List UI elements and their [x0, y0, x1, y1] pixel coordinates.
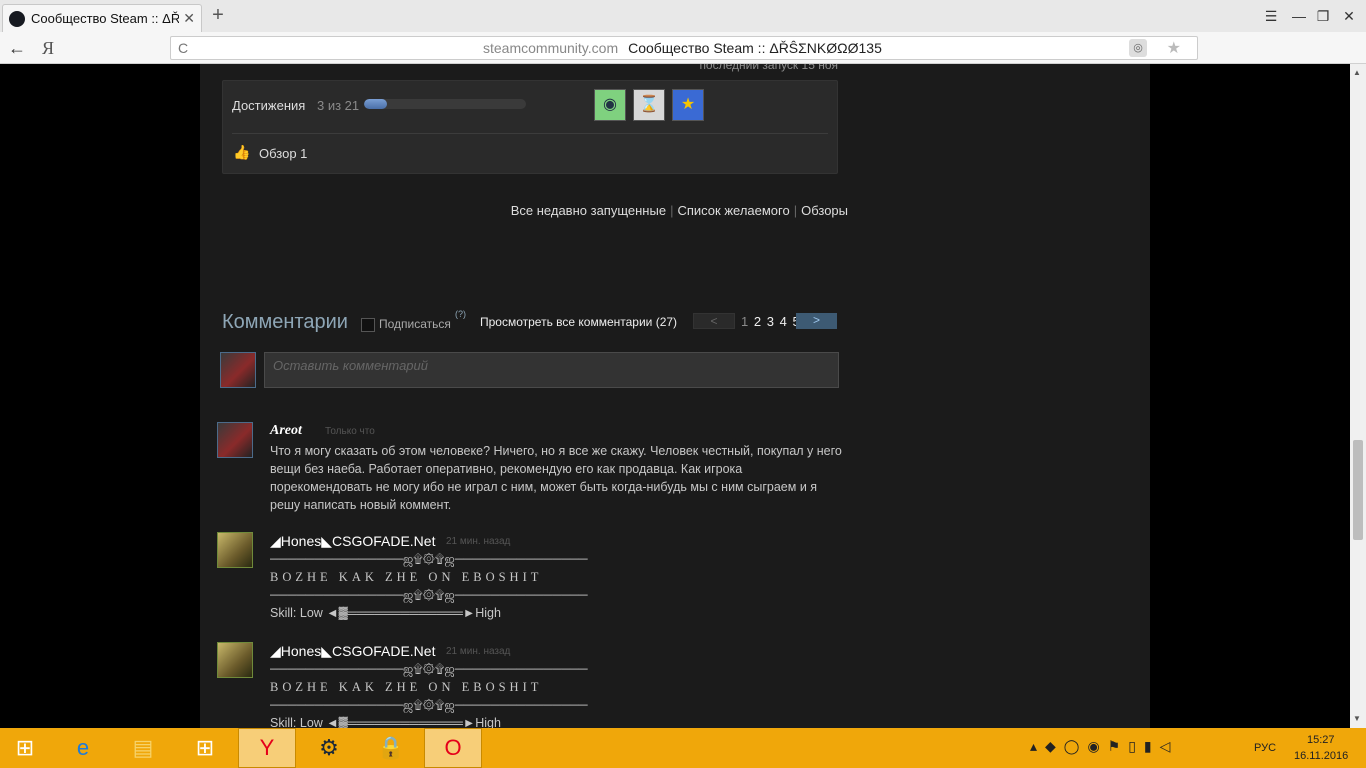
url-field[interactable]: C steamcommunity.com Сообщество Steam ::… — [170, 36, 1198, 60]
lock-app-icon[interactable]: 🔒 — [362, 728, 420, 768]
scroll-up-icon[interactable]: ▲ — [1353, 68, 1361, 77]
wishlist-link[interactable]: Список желаемого — [677, 203, 789, 218]
reviews-link[interactable]: Обзоры — [801, 203, 848, 218]
maximize-button[interactable]: ❐ — [1312, 6, 1334, 26]
comment-line: BOZHE KAK ZHE ON EBOSHIT — [270, 570, 543, 584]
opera-icon[interactable]: O — [424, 728, 482, 768]
link-separator: | — [670, 203, 674, 218]
new-tab-button[interactable]: + — [208, 5, 228, 27]
comment-author[interactable]: ◢Hones◣CSGOFADE.Net — [270, 643, 435, 660]
comment-line: ───────────────ஜ۩۞۩ஜ─────────────── — [270, 662, 588, 676]
page-link-4[interactable]: 4 — [779, 314, 788, 329]
back-arrow-icon[interactable]: ← — [8, 38, 28, 58]
page-link-2[interactable]: 2 — [753, 314, 762, 329]
link-separator: | — [793, 203, 798, 218]
comment-line: BOZHE KAK ZHE ON EBOSHIT — [270, 680, 543, 694]
skull-hourglass-icon[interactable]: ⌛ — [633, 89, 665, 121]
review-link[interactable]: Обзор 1 — [259, 146, 307, 161]
clock-time[interactable]: 15:27 — [1307, 734, 1335, 746]
thumbs-up-icon: 👍 — [233, 144, 251, 160]
close-window-button[interactable]: ✕ — [1338, 6, 1360, 26]
comment-line: ───────────────ஜ۩۞۩ஜ─────────────── — [270, 552, 588, 566]
windows-store-icon[interactable]: ⊞ — [176, 728, 234, 768]
tab-title: Сообщество Steam :: ΔŘŜΣNKØΩØ135 — [31, 11, 180, 26]
achievements-label[interactable]: Достижения — [232, 98, 305, 113]
page-viewport: последний запуск 15 ноя Достижения 3 из … — [0, 64, 1366, 728]
comment-line: ───────────────ஜ۩۞۩ஜ─────────────── — [270, 698, 588, 712]
subscribe-checkbox[interactable] — [361, 318, 375, 332]
comment-author[interactable]: Areot — [270, 423, 302, 439]
url-domain: steamcommunity.com — [483, 40, 619, 56]
internet-explorer-icon[interactable]: e — [54, 728, 112, 768]
green-eye-creature-icon[interactable]: ◉ — [594, 89, 626, 121]
comment-input[interactable]: Оставить комментарий — [264, 352, 839, 388]
subscribe-label[interactable]: Подписаться — [379, 317, 451, 331]
comment-timestamp: 21 мин. назад — [446, 536, 511, 547]
comment-timestamp: 21 мин. назад — [446, 646, 511, 657]
system-tray[interactable]: ▴◆◯◉⚑▯▮◁ — [1030, 738, 1178, 755]
divider — [232, 133, 828, 134]
browser-tab[interactable]: Сообщество Steam :: ΔŘŜΣNKØΩØ135 ✕ — [2, 4, 202, 32]
browser-tab-bar: Сообщество Steam :: ΔŘŜΣNKØΩØ135 ✕ + ☰ —… — [0, 0, 1366, 32]
reload-icon[interactable]: C — [171, 40, 195, 56]
tab-close-icon[interactable]: ✕ — [183, 10, 195, 27]
comment-timestamp: Только что — [325, 426, 375, 437]
translate-globe-icon[interactable]: ◎ — [1129, 39, 1147, 57]
prev-page-button[interactable]: < — [693, 313, 735, 329]
comment-author-avatar[interactable] — [217, 532, 253, 568]
browser-menu-icon[interactable]: ☰ — [1260, 6, 1282, 26]
page-link-1[interactable]: 1 — [740, 314, 749, 329]
file-explorer-icon[interactable]: ▤ — [114, 728, 172, 768]
url-page-title: Сообщество Steam :: ΔŘŜΣNKØΩØ135 — [628, 40, 882, 56]
minimize-button[interactable]: — — [1288, 6, 1310, 26]
comment-author-avatar[interactable] — [217, 642, 253, 678]
page-scrollbar[interactable]: ▲ ▼ — [1350, 64, 1366, 728]
comment-text: Что я могу сказать об этом человеке? Нич… — [270, 444, 842, 512]
windows-taskbar: ⊞ e ▤ ⊞ Y ⚙ 🔒 O ▴◆◯◉⚑▯▮◁ РУС 15:27 16.11… — [0, 728, 1366, 768]
comment-line: ───────────────ஜ۩۞۩ஜ─────────────── — [270, 588, 588, 602]
achievements-progress-bar — [364, 99, 526, 109]
profile-links-row: Все недавно запущенные | Список желаемого |… — [450, 203, 848, 218]
windows-start-icon[interactable]: ⊞ — [0, 728, 50, 768]
game-stats-panel — [222, 80, 838, 174]
view-all-comments-link[interactable]: Просмотреть все комментарии (27) — [480, 315, 677, 329]
clock-date[interactable]: 16.11.2016 — [1294, 750, 1348, 762]
comment-author[interactable]: ◢Hones◣CSGOFADE.Net — [270, 533, 435, 550]
yandex-browser-icon[interactable]: Y — [238, 728, 296, 768]
address-bar: ← Я C steamcommunity.com Сообщество Stea… — [0, 32, 1366, 90]
comment-line: Skill: Low ◄▓═════════════►High — [270, 716, 501, 728]
scroll-down-icon[interactable]: ▼ — [1353, 714, 1361, 723]
comment-line: Skill: Low ◄▓═════════════►High — [270, 606, 501, 620]
scroll-thumb[interactable] — [1353, 440, 1363, 540]
steam-icon[interactable]: ⚙ — [300, 728, 358, 768]
yandex-logo[interactable]: Я — [42, 38, 54, 59]
comments-title: Комментарии — [222, 311, 348, 333]
bookmark-star-icon[interactable]: ★ — [1167, 38, 1181, 58]
last-launch-text: последний запуск 15 ноя — [699, 64, 838, 72]
achievements-count: 3 из 21 — [317, 98, 360, 113]
page-link-3[interactable]: 3 — [766, 314, 775, 329]
gold-star-1-icon[interactable]: ★ — [672, 89, 704, 121]
my-avatar[interactable] — [220, 352, 256, 388]
subscribe-help-link[interactable]: (?) — [455, 309, 466, 319]
pagination: 1 2 3 4 5 — [740, 314, 801, 329]
steam-favicon-icon — [9, 10, 25, 27]
achievements-progress-fill — [364, 99, 387, 109]
comment-author-avatar[interactable] — [217, 422, 253, 458]
next-page-button[interactable]: > — [796, 313, 837, 329]
recent-games-link[interactable]: Все недавно запущенные — [511, 203, 666, 218]
input-language[interactable]: РУС — [1254, 742, 1276, 754]
